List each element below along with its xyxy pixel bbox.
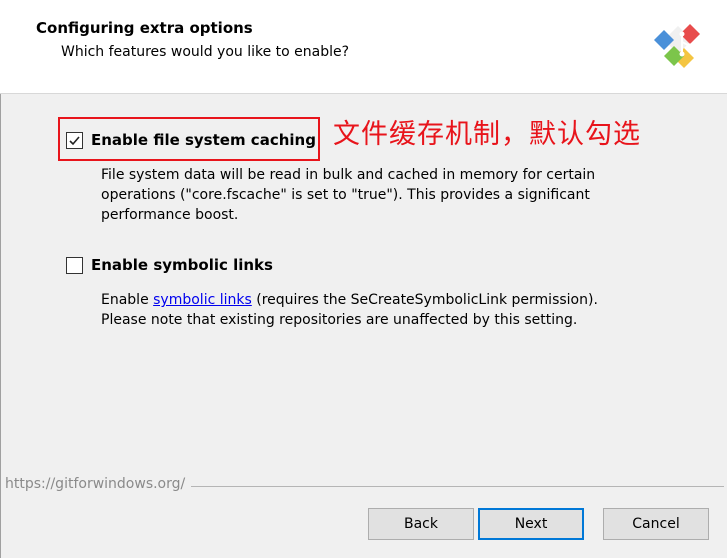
page-subtitle: Which features would you like to enable? — [61, 44, 350, 60]
description-line: performance boost. — [101, 207, 239, 223]
symbolic-links-checkbox[interactable] — [66, 256, 83, 274]
wizard-header: Configuring extra options Which features… — [0, 0, 727, 94]
annotation-text: 文件缓存机制，默认勾选 — [333, 119, 641, 150]
back-button[interactable]: Back — [368, 508, 474, 540]
description-text: Enable — [101, 292, 154, 308]
symbolic-links-description: Enable symbolic links (requires the SeCr… — [101, 290, 598, 330]
cancel-button[interactable]: Cancel — [603, 508, 709, 540]
symbolic-links-label[interactable]: Enable symbolic links — [91, 256, 273, 274]
description-text: (requires the SeCreateSymbolicLink permi… — [251, 292, 598, 308]
file-system-caching-label[interactable]: Enable file system caching — [91, 131, 316, 149]
symbolic-links-link[interactable]: symbolic links — [153, 292, 252, 308]
next-button[interactable]: Next — [478, 508, 584, 540]
file-system-caching-description: File system data will be read in bulk an… — [101, 165, 595, 225]
option-symbolic-links[interactable]: Enable symbolic links — [66, 256, 273, 274]
footer-url: https://gitforwindows.org/ — [5, 476, 192, 492]
description-line: Please note that existing repositories a… — [101, 312, 578, 328]
checkmark-icon — [69, 135, 80, 145]
page-title: Configuring extra options — [36, 19, 253, 37]
description-line: File system data will be read in bulk an… — [101, 167, 596, 183]
git-logo-icon — [654, 24, 700, 68]
file-system-caching-checkbox[interactable] — [66, 131, 83, 149]
option-file-system-caching[interactable]: Enable file system caching — [66, 131, 316, 149]
description-line: operations ("core.fscache" is set to "tr… — [101, 187, 590, 203]
